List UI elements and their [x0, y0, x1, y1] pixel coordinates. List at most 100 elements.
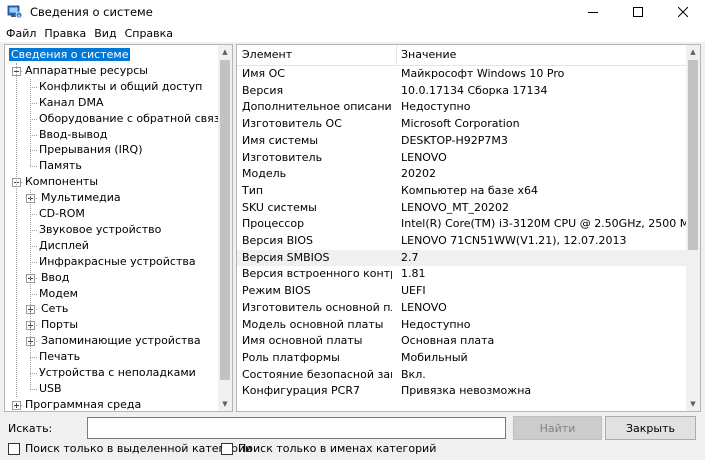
table-row[interactable]: Версия BIOS LENOVO 71CN51WW(V1.21), 12.07… — [237, 233, 686, 250]
table-row[interactable]: Изготовитель ОС Microsoft Corporation — [237, 116, 686, 133]
tree-connector — [30, 261, 37, 263]
search-selected-category-checkbox[interactable]: Поиск только в выделенной категории — [8, 442, 252, 455]
column-divider[interactable] — [396, 45, 397, 65]
item-cell: Имя основной платы — [242, 334, 363, 348]
tree-node[interactable]: USB — [39, 381, 62, 397]
item-cell: Тип — [242, 183, 264, 197]
table-row[interactable]: Изготовитель LENOVO — [237, 150, 686, 167]
tree-connector — [30, 166, 37, 168]
tree-node[interactable]: Ввод — [41, 270, 69, 286]
minimize-button[interactable] — [570, 0, 615, 24]
tree-node[interactable]: Сеть — [41, 301, 68, 317]
item-cell: Имя системы — [242, 133, 319, 147]
minimize-icon — [587, 12, 598, 13]
tree-node[interactable]: Запоминающие устройства — [41, 333, 201, 349]
table-row[interactable]: Состояние безопасной загруз... Вкл. — [237, 367, 686, 384]
menu-file[interactable]: Файл — [2, 27, 40, 40]
column-header-value[interactable]: Значение — [401, 45, 456, 65]
value-cell: LENOVO 71CN51WW(V1.21), 12.07.2013 — [401, 234, 627, 247]
item-cell: Процессор — [242, 217, 305, 231]
close-window-button[interactable] — [660, 0, 705, 24]
tree-connector — [30, 388, 37, 390]
menu-view[interactable]: Вид — [90, 27, 120, 40]
tree-node[interactable]: Аппаратные ресурсы — [25, 63, 148, 79]
scroll-up-arrow-icon[interactable]: ▲ — [218, 45, 232, 59]
table-row[interactable]: SKU системы LENOVO_MT_20202 — [237, 200, 686, 217]
item-cell: Версия — [242, 83, 284, 97]
tree-node-label: Сведения о системе — [9, 48, 131, 61]
tree-scrollbar[interactable]: ▲ ▼ — [218, 45, 232, 411]
maximize-button[interactable] — [615, 0, 660, 24]
tree-node[interactable]: Устройства с неполадками — [39, 365, 196, 381]
tree-connector — [30, 293, 37, 295]
details-list[interactable]: Элемент Значение Имя ОС Майкрософт Window… — [236, 44, 701, 412]
tree-node[interactable]: Ввод-вывод — [39, 127, 107, 143]
tree-node[interactable]: Печать — [39, 349, 80, 365]
tree-node[interactable]: Порты — [41, 317, 78, 333]
tree-node[interactable]: Сведения о системе — [9, 47, 131, 63]
find-button[interactable]: Найти — [513, 416, 602, 440]
list-scroll-thumb[interactable] — [688, 60, 698, 250]
checkbox-box[interactable] — [221, 442, 233, 455]
tree-node-label: Конфликты и общий доступ — [39, 79, 203, 93]
menu-help[interactable]: Справка — [121, 27, 177, 40]
tree-node[interactable]: CD-ROM — [39, 206, 85, 222]
item-cell: Версия встроенного контролл... — [242, 267, 392, 281]
tree-node-label: Печать — [39, 350, 81, 364]
tree-connector — [30, 190, 31, 389]
table-row[interactable]: Режим BIOS UEFI — [237, 283, 686, 300]
table-row[interactable]: Модель 20202 — [237, 166, 686, 183]
close-button[interactable]: Закрыть — [605, 416, 696, 440]
tree-node-label: Устройства с неполадками — [39, 366, 196, 379]
tree-node[interactable]: Оборудование с обратной связью — [39, 111, 232, 127]
tree-node[interactable]: Инфракрасные устройства — [39, 254, 196, 270]
table-row[interactable]: Дополнительное описание ОС Недоступно — [237, 99, 686, 116]
table-row[interactable]: Имя системы DESKTOP-H92P7M3 — [237, 133, 686, 150]
table-row[interactable]: Роль платформы Мобильный — [237, 350, 686, 367]
tree-node[interactable]: Память — [39, 158, 82, 174]
table-row[interactable]: Конфигурация PCR7 Привязка невозможна — [237, 383, 686, 400]
table-row[interactable]: Процессор Intel(R) Core(TM) i3-3120M CPU … — [237, 216, 686, 233]
value-cell: Недоступно — [401, 100, 471, 114]
tree-node[interactable]: Компоненты — [25, 174, 98, 190]
tree-node[interactable]: Звуковое устройство — [39, 222, 161, 238]
tree-node-label: Сеть — [41, 302, 69, 316]
tree-node[interactable]: Прерывания (IRQ) — [39, 142, 143, 158]
tree-node[interactable]: Программная среда — [25, 397, 141, 411]
table-row[interactable]: Изготовитель основной платы LENOVO — [237, 300, 686, 317]
search-input[interactable] — [87, 417, 506, 439]
table-row[interactable]: Тип Компьютер на базе x64 — [237, 183, 686, 200]
table-row[interactable]: Имя основной платы Основная плата — [237, 333, 686, 350]
item-cell: Модель — [242, 167, 287, 181]
table-row[interactable]: Версия 10.0.17134 Сборка 17134 — [237, 83, 686, 100]
value-cell: LENOVO — [401, 300, 447, 314]
item-cell: SKU системы — [242, 200, 317, 214]
tree-node[interactable]: Мультимедиа — [41, 190, 121, 206]
table-row[interactable]: Модель основной платы Недоступно — [237, 317, 686, 334]
tree-node-label: USB — [39, 381, 62, 395]
item-cell: Версия SMBIOS — [242, 250, 330, 264]
tree-node[interactable]: Конфликты и общий доступ — [39, 79, 202, 95]
expand-icon[interactable] — [12, 400, 21, 410]
table-row[interactable]: Имя ОС Майкрософт Windows 10 Pro — [237, 66, 686, 83]
scroll-down-arrow-icon[interactable]: ▼ — [686, 397, 700, 411]
category-tree[interactable]: Сведения о системе Аппаратные ресурсы Конф… — [4, 44, 233, 412]
value-cell: UEFI — [401, 284, 426, 298]
tree-scroll-thumb[interactable] — [220, 60, 230, 380]
scroll-down-arrow-icon[interactable]: ▼ — [218, 397, 232, 411]
tree-node[interactable]: Канал DMA — [39, 95, 104, 111]
search-category-names-checkbox[interactable]: Поиск только в именах категорий — [221, 442, 436, 455]
system-info-app-icon — [7, 4, 23, 20]
menu-edit[interactable]: Правка — [40, 27, 90, 40]
item-cell: Дополнительное описание ОС — [242, 100, 392, 114]
list-scrollbar[interactable]: ▲ ▼ — [686, 45, 700, 411]
column-header-item[interactable]: Элемент — [242, 45, 292, 65]
table-row[interactable]: Версия встроенного контролл... 1.81 — [237, 266, 686, 283]
tree-node[interactable]: Дисплей — [39, 238, 89, 254]
item-cell: Режим BIOS — [242, 284, 311, 298]
table-row[interactable]: Версия SMBIOS 2.7 — [237, 249, 686, 267]
item-cell: Версия BIOS — [242, 234, 314, 247]
checkbox-box[interactable] — [8, 442, 20, 455]
scroll-up-arrow-icon[interactable]: ▲ — [686, 45, 700, 59]
tree-node[interactable]: Модем — [39, 286, 78, 302]
